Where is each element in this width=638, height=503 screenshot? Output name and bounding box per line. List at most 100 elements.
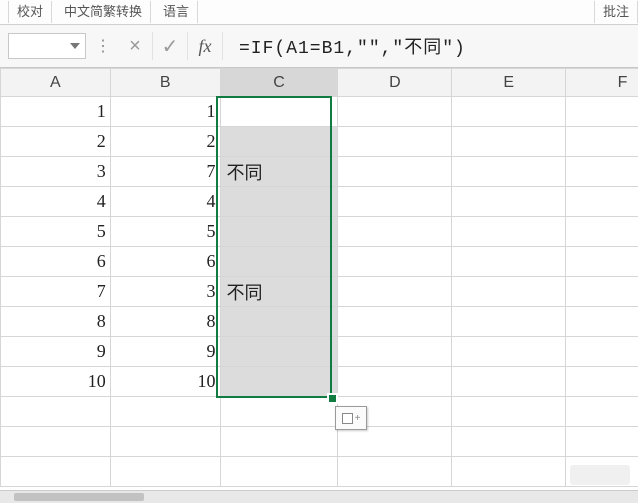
- cell-C8[interactable]: [220, 307, 338, 337]
- cell-D3[interactable]: [338, 157, 452, 187]
- cell-B8[interactable]: 8: [110, 307, 220, 337]
- cell-A6[interactable]: 6: [1, 247, 111, 277]
- worksheet-grid[interactable]: A B C D E F 1 1 2 2: [0, 68, 638, 503]
- table-row: 9 9: [1, 337, 638, 367]
- cell-E1[interactable]: [452, 97, 566, 127]
- cell-A10[interactable]: 10: [1, 367, 111, 397]
- cell-F5[interactable]: [566, 217, 638, 247]
- cell-F4[interactable]: [566, 187, 638, 217]
- cell-E7[interactable]: [452, 277, 566, 307]
- cell-A8[interactable]: 8: [1, 307, 111, 337]
- cell-D2[interactable]: [338, 127, 452, 157]
- check-icon: ✓: [162, 34, 179, 59]
- cell-F2[interactable]: [566, 127, 638, 157]
- table-row: 7 3 不同: [1, 277, 638, 307]
- table-row: 5 5: [1, 217, 638, 247]
- table-row: 3 7 不同: [1, 157, 638, 187]
- insert-function-button[interactable]: fx: [188, 32, 223, 60]
- cell-A3[interactable]: 3: [1, 157, 111, 187]
- cell-E2[interactable]: [452, 127, 566, 157]
- col-header-E[interactable]: E: [452, 69, 566, 97]
- cell-B1[interactable]: 1: [110, 97, 220, 127]
- cell-A9[interactable]: 9: [1, 337, 111, 367]
- cell-B5[interactable]: 5: [110, 217, 220, 247]
- plus-icon: +: [355, 413, 361, 424]
- ribbon-btn-proof[interactable]: 校对: [8, 1, 52, 23]
- watermark: [570, 465, 630, 485]
- cell-B2[interactable]: 2: [110, 127, 220, 157]
- cell-A7[interactable]: 7: [1, 277, 111, 307]
- cell-C1[interactable]: [220, 97, 338, 127]
- chevron-down-icon[interactable]: [67, 38, 83, 54]
- table-row: 2 2: [1, 127, 638, 157]
- name-box[interactable]: [8, 33, 86, 59]
- formula-input[interactable]: =IF(A1=B1,"","不同"): [229, 32, 638, 60]
- cell-B4[interactable]: 4: [110, 187, 220, 217]
- cell-D10[interactable]: [338, 367, 452, 397]
- cell-B3[interactable]: 7: [110, 157, 220, 187]
- ribbon-btn-annotate[interactable]: 批注: [594, 1, 638, 23]
- cell-F6[interactable]: [566, 247, 638, 277]
- table-row: 4 4: [1, 187, 638, 217]
- cell-D5[interactable]: [338, 217, 452, 247]
- cell-E3[interactable]: [452, 157, 566, 187]
- cell-D9[interactable]: [338, 337, 452, 367]
- cell-A5[interactable]: 5: [1, 217, 111, 247]
- col-header-D[interactable]: D: [338, 69, 452, 97]
- cell-F10[interactable]: [566, 367, 638, 397]
- enter-formula-button[interactable]: ✓: [153, 32, 188, 60]
- scrollbar-thumb[interactable]: [14, 493, 144, 501]
- autofill-options-button[interactable]: +: [335, 406, 367, 430]
- cell-D6[interactable]: [338, 247, 452, 277]
- cell-C2[interactable]: [220, 127, 338, 157]
- cell-C7[interactable]: 不同: [220, 277, 338, 307]
- x-icon: ×: [129, 35, 141, 58]
- kebab-icon[interactable]: ⋮: [92, 36, 114, 56]
- cell-D1[interactable]: [338, 97, 452, 127]
- col-header-B[interactable]: B: [110, 69, 220, 97]
- cell-E9[interactable]: [452, 337, 566, 367]
- cell-A4[interactable]: 4: [1, 187, 111, 217]
- cell-E6[interactable]: [452, 247, 566, 277]
- cell-E4[interactable]: [452, 187, 566, 217]
- cell-F9[interactable]: [566, 337, 638, 367]
- cell-E10[interactable]: [452, 367, 566, 397]
- cell-C9[interactable]: [220, 337, 338, 367]
- cell-C5[interactable]: [220, 217, 338, 247]
- table-row: [1, 457, 638, 487]
- cell-F1[interactable]: [566, 97, 638, 127]
- table-row: [1, 397, 638, 427]
- cell-F3[interactable]: [566, 157, 638, 187]
- cell-A2[interactable]: 2: [1, 127, 111, 157]
- cell-A1[interactable]: 1: [1, 97, 111, 127]
- table-row: 1 1: [1, 97, 638, 127]
- cell-F7[interactable]: [566, 277, 638, 307]
- autofill-icon: [342, 413, 353, 424]
- cell-D4[interactable]: [338, 187, 452, 217]
- col-header-F[interactable]: F: [566, 69, 638, 97]
- cell-C10[interactable]: [220, 367, 338, 397]
- cell-B7[interactable]: 3: [110, 277, 220, 307]
- cancel-formula-button[interactable]: ×: [118, 32, 153, 60]
- cell-D7[interactable]: [338, 277, 452, 307]
- ribbon-bar: 校对 中文简繁转换 语言 批注: [0, 0, 638, 25]
- cell-F8[interactable]: [566, 307, 638, 337]
- ribbon-btn-language[interactable]: 语言: [155, 1, 198, 23]
- table-row: 6 6: [1, 247, 638, 277]
- table-row: 8 8: [1, 307, 638, 337]
- cell-B6[interactable]: 6: [110, 247, 220, 277]
- cell-D8[interactable]: [338, 307, 452, 337]
- horizontal-scrollbar[interactable]: [0, 490, 638, 503]
- cell-E5[interactable]: [452, 217, 566, 247]
- col-header-A[interactable]: A: [1, 69, 111, 97]
- cell-C3[interactable]: 不同: [220, 157, 338, 187]
- ribbon-btn-convert[interactable]: 中文简繁转换: [56, 1, 151, 23]
- cell-C4[interactable]: [220, 187, 338, 217]
- cell-B9[interactable]: 9: [110, 337, 220, 367]
- fx-icon: fx: [199, 36, 212, 57]
- col-header-C[interactable]: C: [220, 69, 338, 97]
- column-header-row: A B C D E F: [1, 69, 638, 97]
- cell-C6[interactable]: [220, 247, 338, 277]
- cell-B10[interactable]: 10: [110, 367, 220, 397]
- cell-E8[interactable]: [452, 307, 566, 337]
